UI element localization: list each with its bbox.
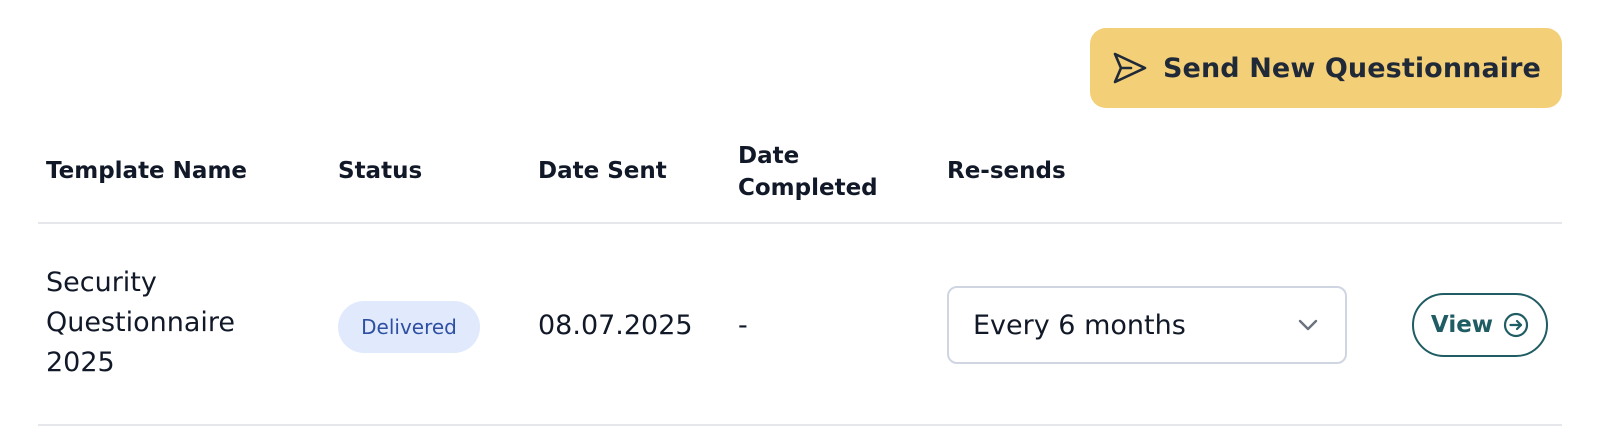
arrow-circle-right-icon: [1503, 312, 1529, 338]
view-button-label: View: [1430, 312, 1494, 338]
column-header-date-sent: Date Sent: [538, 158, 667, 184]
column-header-status: Status: [338, 158, 423, 184]
resends-select-value: Every 6 months: [973, 309, 1186, 341]
view-button[interactable]: View: [1412, 293, 1548, 357]
status-badge-label: Delivered: [361, 315, 457, 339]
paper-plane-icon: [1111, 49, 1149, 87]
resends-select[interactable]: Every 6 months: [947, 286, 1347, 364]
date-completed-cell: -: [738, 310, 748, 341]
send-new-questionnaire-label: Send New Questionnaire: [1163, 52, 1541, 84]
send-new-questionnaire-button[interactable]: Send New Questionnaire: [1090, 28, 1562, 108]
row-divider: [38, 424, 1562, 426]
column-header-template-name: Template Name: [46, 158, 248, 184]
date-sent-cell: 08.07.2025: [538, 310, 693, 341]
template-name-cell: Security Questionnaire 2025: [46, 267, 236, 378]
column-header-date-completed-line2: Completed: [738, 175, 878, 201]
status-badge: Delivered: [338, 301, 480, 353]
column-header-resends: Re-sends: [947, 158, 1066, 184]
column-header-date-completed-line1: Date: [738, 143, 800, 169]
chevron-down-icon: [1295, 312, 1321, 338]
header-divider: [38, 222, 1562, 224]
